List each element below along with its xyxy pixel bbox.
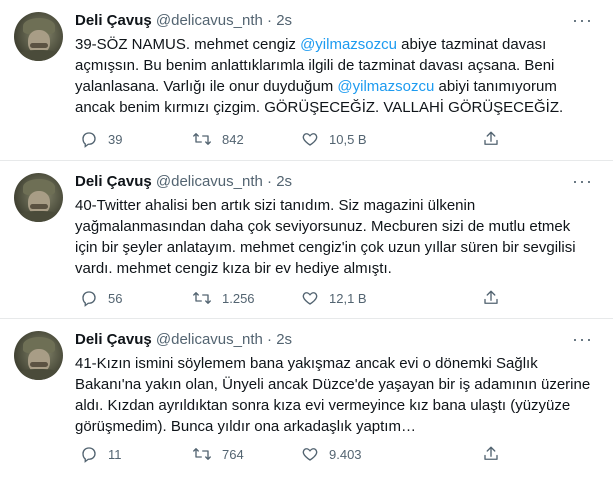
reply-button[interactable]: 11 [80,444,122,464]
like-count: 9.403 [329,446,362,462]
tweet[interactable]: Deli Çavuş @delicavus_nth · 2s ··· 39-SÖ… [0,0,613,161]
author-name[interactable]: Deli Çavuş [75,331,152,348]
tweet-feed: Deli Çavuş @delicavus_nth · 2s ··· 39-SÖ… [0,0,613,477]
reply-icon [82,132,96,148]
like-icon [302,133,318,146]
retweet-count: 764 [222,446,244,462]
action-bar: 11 764 9.403 [75,444,595,464]
more-icon[interactable]: ··· [572,11,593,29]
share-button[interactable] [482,288,500,308]
author-name[interactable]: Deli Çavuş [75,173,152,190]
tweet-text: 41-Kızın ismini söylemem bana yakışmaz a… [75,355,591,435]
share-icon [484,290,498,304]
timestamp[interactable]: 2s [276,173,292,190]
tweet-header: Deli Çavuş @delicavus_nth · 2s [75,172,292,192]
retweet-button[interactable]: 1.256 [192,288,255,308]
like-button[interactable]: 9.403 [301,444,362,464]
author-name[interactable]: Deli Çavuş [75,12,152,29]
retweet-icon [193,448,211,460]
reply-button[interactable]: 39 [80,129,122,149]
share-button[interactable] [482,129,500,149]
author-handle[interactable]: @delicavus_nth [156,173,263,190]
like-icon [302,448,318,461]
tweet-header: Deli Çavuş @delicavus_nth · 2s [75,11,292,31]
share-icon [484,446,498,460]
mention-link[interactable]: @yilmazsozcu [300,36,397,53]
reply-button[interactable]: 56 [80,288,122,308]
avatar[interactable] [14,173,63,222]
more-icon[interactable]: ··· [572,172,593,190]
more-icon[interactable]: ··· [572,330,593,348]
like-count: 10,5 B [329,131,367,147]
separator-dot: · [267,173,273,190]
retweet-count: 1.256 [222,290,255,306]
action-bar: 56 1.256 12,1 B [75,288,595,308]
timestamp[interactable]: 2s [276,331,292,348]
retweet-button[interactable]: 764 [192,444,244,464]
tweet-text: 40-Twitter ahalisi ben artık sizi tanıdı… [75,197,576,277]
reply-count: 56 [108,290,123,306]
tweet[interactable]: Deli Çavuş @delicavus_nth · 2s ··· 40-Tw… [0,161,613,319]
tweet[interactable]: Deli Çavuş @delicavus_nth · 2s ··· 41-Kı… [0,319,613,477]
reply-count: 39 [108,131,123,147]
reply-icon [82,447,96,463]
tweet-text-segment: 39-SÖZ NAMUS. mehmet cengiz [75,36,301,53]
tweet-text: 39-SÖZ NAMUS. mehmet cengiz @yilmazsozcu… [75,34,595,118]
share-button[interactable] [482,444,500,464]
share-icon [484,131,498,145]
like-count: 12,1 B [329,290,367,306]
separator-dot: · [267,331,273,348]
author-handle[interactable]: @delicavus_nth [156,12,263,29]
avatar[interactable] [14,331,63,380]
retweet-button[interactable]: 842 [192,129,244,149]
author-handle[interactable]: @delicavus_nth [156,331,263,348]
reply-count: 11 [108,446,122,462]
like-button[interactable]: 12,1 B [301,288,367,308]
retweet-icon [193,133,211,145]
action-bar: 39 842 10,5 B [75,129,595,149]
retweet-icon [193,292,211,304]
separator-dot: · [267,12,273,29]
retweet-count: 842 [222,131,244,147]
timestamp[interactable]: 2s [276,12,292,29]
mention-link[interactable]: @yilmazsozcu [337,78,434,95]
tweet-header: Deli Çavuş @delicavus_nth · 2s [75,330,292,350]
like-button[interactable]: 10,5 B [301,129,367,149]
reply-icon [82,291,96,307]
like-icon [302,292,318,305]
avatar[interactable] [14,12,63,61]
